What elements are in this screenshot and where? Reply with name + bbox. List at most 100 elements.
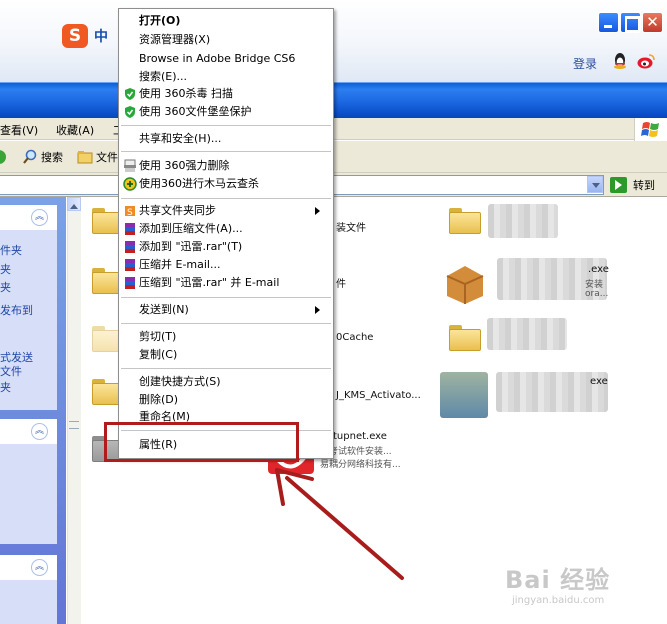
task-link-7[interactable]: 夹 [0,379,11,395]
menu-item-label: 使用 360杀毒 扫描 [139,87,233,100]
close-button[interactable]: ✕ [642,12,663,33]
menu-item-send-to[interactable]: 发送到(N) [120,301,332,319]
package-box-icon[interactable] [441,258,489,306]
menu-item-rar-add[interactable]: 添加到压缩文件(A)... [120,220,332,238]
task-link-3[interactable]: 夹 [0,279,11,295]
folder-icon[interactable] [449,325,481,351]
file-name[interactable]: 装文件 [336,219,366,234]
vertical-scrollbar[interactable] [67,197,81,624]
folder-icon [77,151,93,164]
menu-item-create-shortcut[interactable]: 创建快捷方式(S) [120,373,332,391]
menu-item-360-scan[interactable]: 使用 360杀毒 扫描 [120,85,332,103]
task-link-6[interactable]: 文件 [0,363,22,379]
ime-mode-label[interactable]: 中 [94,26,108,46]
task-pane-box-1: 件夹 夹 夹 发布到 式发送 文件 夹 [0,230,57,410]
menu-item-explorer[interactable]: 资源管理器(X) [120,31,332,49]
watermark-url: jingyan.baidu.com [512,595,605,606]
context-menu: 打开(O) 资源管理器(X) Browse in Adobe Bridge CS… [118,8,334,459]
search-icon [23,149,37,164]
menu-item-cut[interactable]: 剪切(T) [120,328,332,346]
menu-item-rar-email[interactable]: 压缩并 E-mail... [120,256,332,274]
blurred-app-icon[interactable] [440,372,488,418]
menu-item-folder-sync[interactable]: S 共享文件夹同步 [120,202,332,220]
menu-item-label: 添加到压缩文件(A)... [139,222,243,235]
task-pane-box-3 [0,580,57,624]
menu-separator [121,368,331,369]
forward-arrow-icon [0,150,6,164]
menu-item-360-shred[interactable]: 使用 360强力删除 [120,157,332,175]
winrar-icon [125,223,135,235]
cloud-scan-icon [123,177,137,191]
file-name[interactable]: 0Cache [336,332,373,343]
qq-penguin-icon[interactable] [612,52,628,70]
task-pane-box-2 [0,444,57,544]
task-pane: ︽ 件夹 夹 夹 发布到 式发送 文件 夹 ︽ ︽ [0,197,66,624]
menu-item-delete[interactable]: 删除(D) [120,391,332,409]
close-icon: ✕ [646,13,659,31]
baidu-jingyan-watermark: Bai 经验 [505,566,611,594]
menu-favorites[interactable]: 收藏(A) [56,122,94,138]
weibo-icon[interactable] [636,52,656,70]
menu-item-adobe-bridge[interactable]: Browse in Adobe Bridge CS6 [120,50,332,68]
annotation-highlight-box [104,422,299,462]
search-button[interactable]: 搜索 [22,149,63,165]
menu-item-open[interactable]: 打开(O) [120,12,332,30]
scroll-up-button[interactable] [67,197,81,211]
setup-file-name[interactable]: tupnet.exe [333,431,387,442]
winrar-icon [125,277,135,289]
task-link-1[interactable]: 件夹 [0,242,22,258]
scroll-grip[interactable] [69,421,79,429]
menu-item-360-cloud[interactable]: 使用360进行木马云查杀 [120,175,332,193]
ime-status-bar[interactable]: S 中 [62,24,108,48]
shield-360-icon [125,106,135,118]
collapse-toggle-1[interactable]: ︽ [31,209,48,226]
windows-flag-icon [641,122,659,137]
shield-360-icon [125,88,135,100]
menu-item-label: 发送到(N) [139,303,189,316]
menu-item-label: 压缩并 E-mail... [139,258,221,271]
search-label: 搜索 [41,151,63,164]
login-link[interactable]: 登录 [573,55,597,72]
go-arrow-icon [610,177,627,193]
menu-item-search[interactable]: 搜索(E)... [120,68,332,86]
task-pane-header-3: ︽ [0,555,57,580]
menu-item-label: 使用 360强力删除 [139,159,230,172]
maximize-button[interactable] [620,12,641,33]
menu-separator [121,323,331,324]
blurred-file-name [488,204,558,238]
menu-item-label: 使用360进行木马云查杀 [139,177,259,190]
blurred-file-name [487,318,567,350]
folders-button[interactable]: 文件 [77,149,118,165]
task-pane-header-1: ︽ [0,205,57,230]
file-name[interactable]: J_KMS_Activato... [336,390,421,401]
file-extension: exe [590,376,608,387]
menu-item-rar-add-named[interactable]: 添加到 "迅雷.rar"(T) [120,238,332,256]
sogou-logo-icon: S [62,24,88,48]
collapse-toggle-2[interactable]: ︽ [31,423,48,440]
go-button[interactable]: 转到 [610,177,655,193]
menu-item-sharing[interactable]: 共享和安全(H)... [120,130,332,148]
task-pane-header-2: ︽ [0,419,57,444]
file-desc: ora... [585,289,609,299]
minimize-button[interactable] [598,12,619,33]
windows-logo [634,118,667,142]
menu-item-rar-email-named[interactable]: 压缩到 "迅雷.rar" 并 E-mail [120,274,332,292]
menu-separator [121,125,331,126]
file-extension: .exe [588,264,609,275]
collapse-toggle-3[interactable]: ︽ [31,559,48,576]
winrar-icon [125,241,135,253]
file-name[interactable]: 件 [336,275,346,290]
folder-icon[interactable] [449,208,481,234]
menu-item-360-protect[interactable]: 使用 360文件堡垒保护 [120,103,332,121]
address-dropdown-button[interactable] [587,176,603,193]
menu-item-label: 添加到 "迅雷.rar"(T) [139,240,243,253]
shredder-icon [124,159,136,172]
task-link-4[interactable]: 发布到 [0,302,33,318]
folders-label: 文件 [96,151,118,164]
menu-view[interactable]: 查看(V) [0,122,38,138]
forward-button[interactable] [0,149,8,165]
menu-item-copy[interactable]: 复制(C) [120,346,332,364]
menu-separator [121,198,331,199]
winrar-icon [125,259,135,271]
task-link-2[interactable]: 夹 [0,261,11,277]
